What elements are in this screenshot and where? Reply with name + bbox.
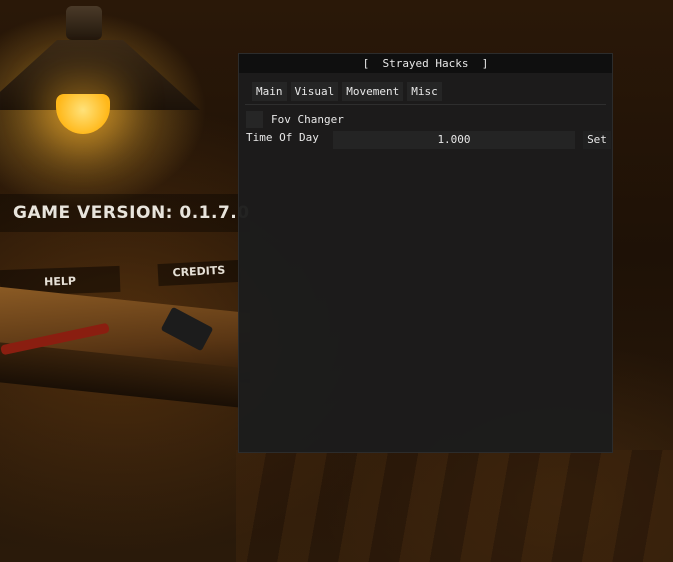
floor-planks — [236, 450, 673, 562]
time-of-day-input[interactable]: 1.000 — [333, 131, 575, 149]
tab-misc[interactable]: Misc — [407, 82, 442, 101]
set-button[interactable]: Set — [583, 131, 611, 149]
tab-movement[interactable]: Movement — [342, 82, 404, 101]
lamp-cap — [66, 6, 102, 40]
tab-main[interactable]: Main — [252, 82, 287, 101]
window-title[interactable]: [ Strayed Hacks ] — [239, 54, 612, 73]
hack-window: [ Strayed Hacks ] Main Visual Movement M… — [238, 53, 613, 453]
tab-bar: Main Visual Movement Misc — [252, 82, 442, 101]
fov-changer-label: Fov Changer — [271, 113, 344, 126]
time-of-day-row: Time Of Day 1.000 Set — [246, 131, 611, 150]
fov-changer-checkbox[interactable]: Fov Changer — [246, 111, 344, 128]
checkbox-box[interactable] — [246, 111, 263, 128]
tab-visual[interactable]: Visual — [290, 82, 339, 101]
time-of-day-label: Time Of Day — [246, 131, 319, 144]
light-bulb — [56, 94, 110, 134]
game-version-text: GAME VERSION: 0.1.7.0 — [0, 194, 250, 232]
credits-button[interactable]: CREDITS — [157, 259, 241, 287]
tab-separator — [245, 104, 606, 105]
